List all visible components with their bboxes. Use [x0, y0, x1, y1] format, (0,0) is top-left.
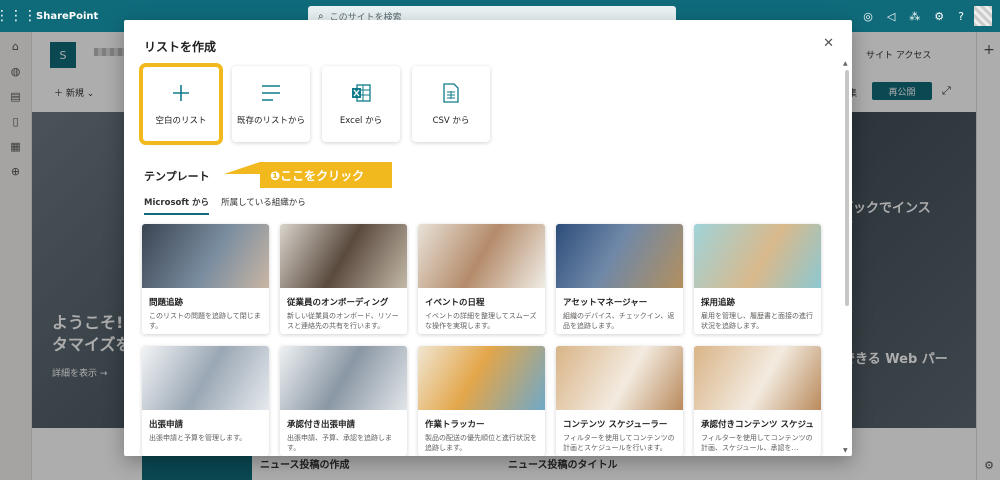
template-card[interactable]: 承認付きコンテンツ スケジュ… フィルターを使用してコンテンツの計画、スケジュー… [694, 346, 821, 456]
templates-heading: テンプレート [144, 170, 210, 183]
scroll-up-icon[interactable]: ▲ [843, 60, 848, 67]
tab-microsoft[interactable]: Microsoft から [144, 196, 210, 215]
template-card[interactable]: 作業トラッカー 製品の配送の優先順位と進行状況を追跡します。 [418, 346, 545, 456]
template-title: 作業トラッカー [425, 420, 485, 430]
template-title: 採用追跡 [701, 298, 736, 308]
template-card[interactable]: 承認付き出張申請 出張申請、予算、承認を追跡します。 [280, 346, 407, 456]
template-image [142, 224, 269, 288]
template-image [694, 224, 821, 288]
megaphone-icon[interactable]: ◁ [887, 10, 895, 23]
app-launcher-icon[interactable]: ⋮⋮⋮ [0, 0, 37, 32]
template-image [142, 346, 269, 410]
template-title: アセットマネージャー [563, 298, 648, 308]
template-description: 組織のデバイス、チェックイン、返品を追跡します。 [563, 312, 675, 330]
list-lines-icon [260, 82, 282, 104]
create-option-label: 空白のリスト [155, 116, 207, 126]
plus-icon [172, 82, 190, 104]
template-description: 雇用を管理し、履歴書と面接の進行状況を追跡します。 [701, 312, 813, 330]
avatar[interactable] [974, 6, 992, 26]
create-list-dialog: リストを作成 ✕ 空白のリスト 既存のリストから Excel から CSV から [124, 20, 852, 456]
dialog-scrollbar[interactable]: ▲ ▼ [843, 60, 850, 454]
template-card[interactable]: イベントの日程 イベントの詳細を整理してスムーズな操作を実現します。 [418, 224, 545, 334]
create-option-label: Excel から [339, 116, 383, 126]
template-description: 製品の配送の優先順位と進行状況を追跡します。 [425, 434, 537, 452]
instruction-callout: ❶ここをクリック [260, 162, 392, 188]
template-description: イベントの詳細を整理してスムーズな操作を実現します。 [425, 312, 537, 330]
template-card[interactable]: コンテンツ スケジューラー フィルターを使用してコンテンツの計画とスケジュールを… [556, 346, 683, 456]
template-image [694, 346, 821, 410]
template-tabs: Microsoft から 所属している組織から [144, 196, 306, 215]
template-description: フィルターを使用してコンテンツの計画とスケジュールを行います。 [563, 434, 675, 452]
scroll-thumb[interactable] [845, 70, 849, 306]
template-card[interactable]: 出張申請 出張申請と予算を管理します。 [142, 346, 269, 456]
callout-pointer [224, 138, 260, 174]
create-option-label: CSV から [432, 116, 470, 126]
template-card[interactable]: 問題追跡 このリストの問題を追跡して閉じます。 [142, 224, 269, 334]
template-title: 従業員のオンボーディング [287, 298, 389, 308]
tab-organization[interactable]: 所属している組織から [221, 196, 306, 215]
csv-file-icon [443, 82, 459, 104]
excel-icon [351, 82, 371, 104]
template-image [418, 224, 545, 288]
template-description: フィルターを使用してコンテンツの計画、スケジュール、承認を… [701, 434, 813, 452]
help-icon[interactable]: ? [958, 10, 964, 23]
template-description: 新しい従業員のオンボード、リソースと連絡先の共有を行います。 [287, 312, 399, 330]
template-image [418, 346, 545, 410]
template-image [280, 224, 407, 288]
template-image [556, 346, 683, 410]
from-existing-list-card[interactable]: 既存のリストから [232, 66, 310, 142]
app-name[interactable]: SharePoint [36, 11, 98, 22]
gear-icon[interactable]: ⚙ [934, 10, 944, 23]
from-csv-card[interactable]: CSV から [412, 66, 490, 142]
template-description: 出張申請と予算を管理します。 [149, 434, 247, 442]
scroll-down-icon[interactable]: ▼ [843, 447, 848, 454]
template-image [556, 224, 683, 288]
teams-icon[interactable]: ◎ [863, 10, 873, 23]
template-title: 問題追跡 [149, 298, 184, 308]
template-card[interactable]: 採用追跡 雇用を管理し、履歴書と面接の進行状況を追跡します。 [694, 224, 821, 334]
network-icon[interactable]: ⁂ [909, 10, 920, 23]
dialog-title: リストを作成 [144, 40, 217, 54]
template-title: 承認付きコンテンツ スケジュ… [701, 420, 814, 430]
template-card[interactable]: 従業員のオンボーディング 新しい従業員のオンボード、リソースと連絡先の共有を行い… [280, 224, 407, 334]
template-image [280, 346, 407, 410]
template-card[interactable]: アセットマネージャー 組織のデバイス、チェックイン、返品を追跡します。 [556, 224, 683, 334]
blank-list-card[interactable]: 空白のリスト [139, 63, 223, 145]
create-options: 空白のリスト 既存のリストから Excel から CSV から [139, 63, 490, 145]
create-option-label: 既存のリストから [236, 116, 305, 126]
from-excel-card[interactable]: Excel から [322, 66, 400, 142]
template-title: 承認付き出張申請 [287, 420, 356, 430]
template-title: コンテンツ スケジューラー [563, 420, 668, 430]
template-title: イベントの日程 [425, 298, 485, 308]
template-description: このリストの問題を追跡して閉じます。 [149, 312, 261, 330]
template-description: 出張申請、予算、承認を追跡します。 [287, 434, 392, 452]
close-icon[interactable]: ✕ [823, 36, 834, 51]
template-grid: 問題追跡 このリストの問題を追跡して閉じます。 従業員のオンボーディング 新しい… [142, 224, 821, 456]
template-title: 出張申請 [149, 420, 184, 430]
